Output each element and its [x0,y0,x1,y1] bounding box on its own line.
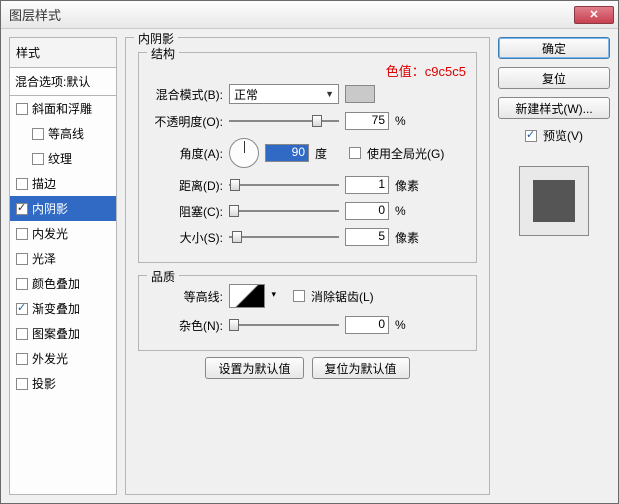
style-label: 投影 [32,375,56,392]
checkbox-icon[interactable] [16,253,28,265]
styles-header: 样式 [10,38,116,68]
style-item-texture[interactable]: 纹理 [10,146,116,171]
style-item-drop-shadow[interactable]: 投影 [10,371,116,396]
checkbox-icon[interactable] [32,128,44,140]
color-annotation: 色值：c9c5c5 [386,64,466,79]
unit-percent: % [395,114,423,128]
style-label: 纹理 [48,150,72,167]
angle-input[interactable]: 90 [265,144,309,162]
style-label: 光泽 [32,250,56,267]
anti-alias-checkbox[interactable] [293,290,305,302]
noise-label: 杂色(N): [149,317,223,334]
quality-legend: 品质 [147,268,179,285]
noise-slider[interactable] [229,316,339,334]
style-label: 图案叠加 [32,325,80,342]
unit-percent: % [395,318,423,332]
quality-fieldset: 品质 等高线: 消除锯齿(L) 杂色(N): 0 % [138,275,477,351]
size-slider[interactable] [229,228,339,246]
checkbox-icon[interactable] [16,178,28,190]
structure-legend: 结构 [147,45,179,62]
structure-fieldset: 结构 色值：c9c5c5 混合模式(B): 正常 不透明度(O): 75 % [138,52,477,263]
checkbox-icon[interactable] [16,353,28,365]
style-item-outer-glow[interactable]: 外发光 [10,346,116,371]
new-style-button[interactable]: 新建样式(W)... [498,97,610,119]
angle-label: 角度(A): [149,145,223,162]
unit-percent: % [395,204,423,218]
noise-input[interactable]: 0 [345,316,389,334]
unit-px: 像素 [395,229,423,246]
checkbox-icon[interactable] [16,278,28,290]
unit-px: 像素 [395,177,423,194]
preview-box [519,166,589,236]
global-light-label: 使用全局光(G) [367,145,444,162]
blend-options-item[interactable]: 混合选项:默认 [10,68,116,96]
checkbox-icon[interactable] [16,378,28,390]
global-light-checkbox[interactable] [349,147,361,159]
main-panel: 内阴影 结构 色值：c9c5c5 混合模式(B): 正常 不透明度(O): 75… [125,37,490,495]
choke-input[interactable]: 0 [345,202,389,220]
style-item-gradient-overlay[interactable]: 渐变叠加 [10,296,116,321]
preview-checkbox[interactable] [525,130,537,142]
unit-degree: 度 [315,145,343,162]
style-item-inner-shadow[interactable]: 内阴影 [10,196,116,221]
size-label: 大小(S): [149,229,223,246]
color-swatch[interactable] [345,85,375,103]
choke-label: 阻塞(C): [149,203,223,220]
size-input[interactable]: 5 [345,228,389,246]
checkbox-icon[interactable] [16,228,28,240]
checkbox-icon[interactable] [16,303,28,315]
opacity-label: 不透明度(O): [149,113,223,130]
set-default-button[interactable]: 设置为默认值 [205,357,303,379]
blend-mode-select[interactable]: 正常 [229,84,339,104]
checkbox-icon[interactable] [16,103,28,115]
style-item-satin[interactable]: 光泽 [10,246,116,271]
titlebar: 图层样式 ✕ [1,1,618,29]
reset-default-button[interactable]: 复位为默认值 [312,357,410,379]
reset-button[interactable]: 复位 [498,67,610,89]
distance-label: 距离(D): [149,177,223,194]
close-icon: ✕ [589,8,598,21]
choke-slider[interactable] [229,202,339,220]
style-item-inner-glow[interactable]: 内发光 [10,221,116,246]
contour-label: 等高线: [149,288,223,305]
style-item-contour[interactable]: 等高线 [10,121,116,146]
layer-style-dialog: 图层样式 ✕ 样式 混合选项:默认 斜面和浮雕 等高线 纹理 描边 内阴影 内发… [0,0,619,504]
dialog-title: 图层样式 [9,5,574,24]
style-label: 渐变叠加 [32,300,80,317]
style-label: 内发光 [32,225,68,242]
style-label: 斜面和浮雕 [32,100,92,117]
inner-shadow-fieldset: 内阴影 结构 色值：c9c5c5 混合模式(B): 正常 不透明度(O): 75… [125,37,490,495]
angle-dial[interactable] [229,138,259,168]
distance-input[interactable]: 1 [345,176,389,194]
style-item-color-overlay[interactable]: 颜色叠加 [10,271,116,296]
preview-swatch [533,180,575,222]
checkbox-icon[interactable] [32,153,44,165]
distance-slider[interactable] [229,176,339,194]
anti-alias-label: 消除锯齿(L) [311,288,374,305]
opacity-slider[interactable] [229,112,339,130]
ok-button[interactable]: 确定 [498,37,610,59]
right-panel: 确定 复位 新建样式(W)... 预览(V) [498,37,610,495]
style-item-bevel[interactable]: 斜面和浮雕 [10,96,116,121]
checkbox-icon[interactable] [16,328,28,340]
styles-panel: 样式 混合选项:默认 斜面和浮雕 等高线 纹理 描边 内阴影 内发光 光泽 颜色… [9,37,117,495]
style-label: 外发光 [32,350,68,367]
style-item-pattern-overlay[interactable]: 图案叠加 [10,321,116,346]
preview-label: 预览(V) [543,127,583,144]
blend-mode-value: 正常 [234,86,258,103]
close-button[interactable]: ✕ [574,6,614,24]
style-label: 等高线 [48,125,84,142]
contour-picker[interactable] [229,284,265,308]
style-label: 颜色叠加 [32,275,80,292]
style-label: 描边 [32,175,56,192]
opacity-input[interactable]: 75 [345,112,389,130]
checkbox-icon[interactable] [16,203,28,215]
style-item-stroke[interactable]: 描边 [10,171,116,196]
style-label: 内阴影 [32,200,68,217]
blend-mode-label: 混合模式(B): [149,86,223,103]
